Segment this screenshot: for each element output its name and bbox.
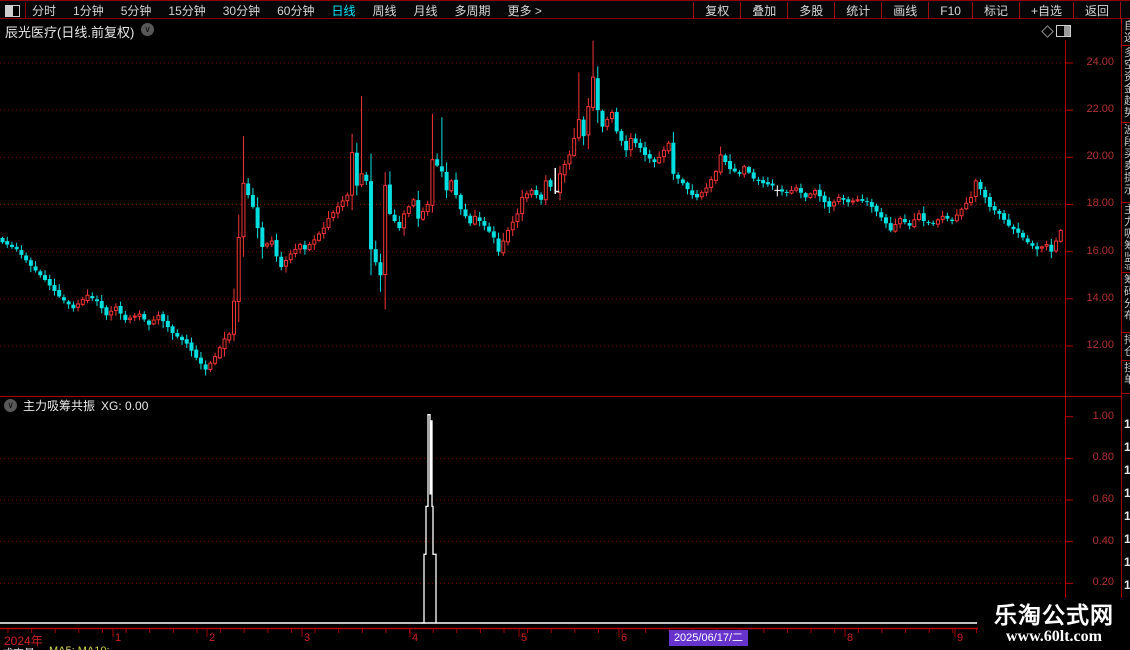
clipped-number: 1 (1124, 440, 1130, 454)
clipped-vertical-text: 持仓 (1124, 334, 1130, 358)
clipped-number: 1 (1124, 417, 1130, 431)
top-toolbar: 分时 1分钟 5分钟 15分钟 30分钟 60分钟 日线 周线 月线 多周期 更多 > 复权 叠加 多股… (0, 0, 1130, 19)
indicator-name: 主力吸筹共振 (23, 399, 96, 413)
period-tab-分时[interactable]: 分时 (32, 2, 56, 19)
period-tab-月线[interactable]: 月线 (414, 2, 438, 19)
toolbar-button-画线[interactable]: 画线 (881, 2, 928, 19)
strip-divider (1122, 360, 1130, 361)
split-left-icon (5, 4, 20, 17)
clipped-number: 1 (1124, 555, 1130, 569)
toolbar-right-buttons: 复权 叠加 多股 统计 画线 F10 标记 +自选 返回 (693, 2, 1121, 19)
clipped-number: 1 (1124, 509, 1130, 523)
indicator-header: ∨ 主力吸筹共振 XG: 0.00 (0, 398, 148, 413)
strip-divider (1122, 45, 1130, 46)
period-tab-更多[interactable]: 更多 > (508, 2, 542, 19)
clipped-vertical-text: 主力吸筹监测 (1124, 204, 1130, 270)
toolbar-button-多股[interactable]: 多股 (787, 2, 834, 19)
watermark-site-name: 乐淘公式网 (994, 602, 1114, 628)
indicator-cursor-value: XG: 0.00 (101, 398, 149, 413)
toolbar-button-叠加[interactable]: 叠加 (740, 2, 787, 19)
watermark-url: www.60lt.com (1006, 628, 1102, 645)
strip-divider (1122, 122, 1130, 123)
clipped-vertical-text: 挂单 (1124, 362, 1130, 390)
period-tab-多周期[interactable]: 多周期 (455, 2, 491, 19)
clipped-number: 1 (1124, 532, 1130, 546)
watermark: 乐淘公式网 www.60lt.com (978, 598, 1130, 650)
clipped-vertical-text: 自选 (1124, 20, 1130, 44)
clipped-volume-pane-header: 成交量MA5: MA10: (0, 645, 970, 650)
price-chart-canvas[interactable] (0, 0, 1130, 650)
toolbar-button-统计[interactable]: 统计 (834, 2, 881, 19)
chevron-down-icon[interactable]: ∨ (4, 399, 17, 412)
period-tab-15分钟[interactable]: 15分钟 (168, 2, 205, 19)
clipped-vertical-text: 筹码分布 (1124, 274, 1130, 330)
window-split-button[interactable] (0, 2, 26, 19)
period-tab-日线[interactable]: 日线 (331, 2, 355, 19)
period-tab-30分钟[interactable]: 30分钟 (223, 2, 260, 19)
clipped-number: 1 (1124, 486, 1130, 500)
period-tab-60分钟[interactable]: 60分钟 (277, 2, 314, 19)
toolbar-button-标记[interactable]: 标记 (971, 2, 1019, 19)
strip-divider (1122, 393, 1130, 394)
clipped-right-panel: 自选多空资金趋势波段买卖提示主力吸筹监测筹码分布持仓挂单 1 1 1 1 1 1 1 1 (1121, 0, 1130, 650)
toolbar-button-复权[interactable]: 复权 (693, 2, 740, 19)
clipped-number: 1 (1124, 578, 1130, 592)
x-axis-year-label: 2024年 (4, 634, 43, 648)
stock-app-window: { "toolbar": { "periods": [ {"label":"分时… (0, 0, 1130, 650)
toolbar-button-+自选[interactable]: +自选 (1018, 2, 1073, 19)
clipped-number: 1 (1124, 463, 1130, 477)
period-tab-1分钟[interactable]: 1分钟 (73, 2, 104, 19)
period-tab-周线[interactable]: 周线 (372, 2, 396, 19)
strip-divider (1122, 202, 1130, 203)
cursor-date-highlight: 2025/06/17/二 (669, 630, 748, 646)
strip-divider (1122, 272, 1130, 273)
clipped-vertical-text: 波段买卖提示 (1124, 124, 1130, 200)
period-tab-5分钟[interactable]: 5分钟 (121, 2, 152, 19)
strip-divider (1122, 332, 1130, 333)
clipped-vertical-text: 多空资金趋势 (1124, 47, 1130, 120)
period-tabs: 分时 1分钟 5分钟 15分钟 30分钟 60分钟 日线 周线 月线 多周期 更多 > (32, 2, 542, 19)
toolbar-button-返回[interactable]: 返回 (1072, 2, 1121, 19)
toolbar-button-F10[interactable]: F10 (928, 2, 972, 19)
